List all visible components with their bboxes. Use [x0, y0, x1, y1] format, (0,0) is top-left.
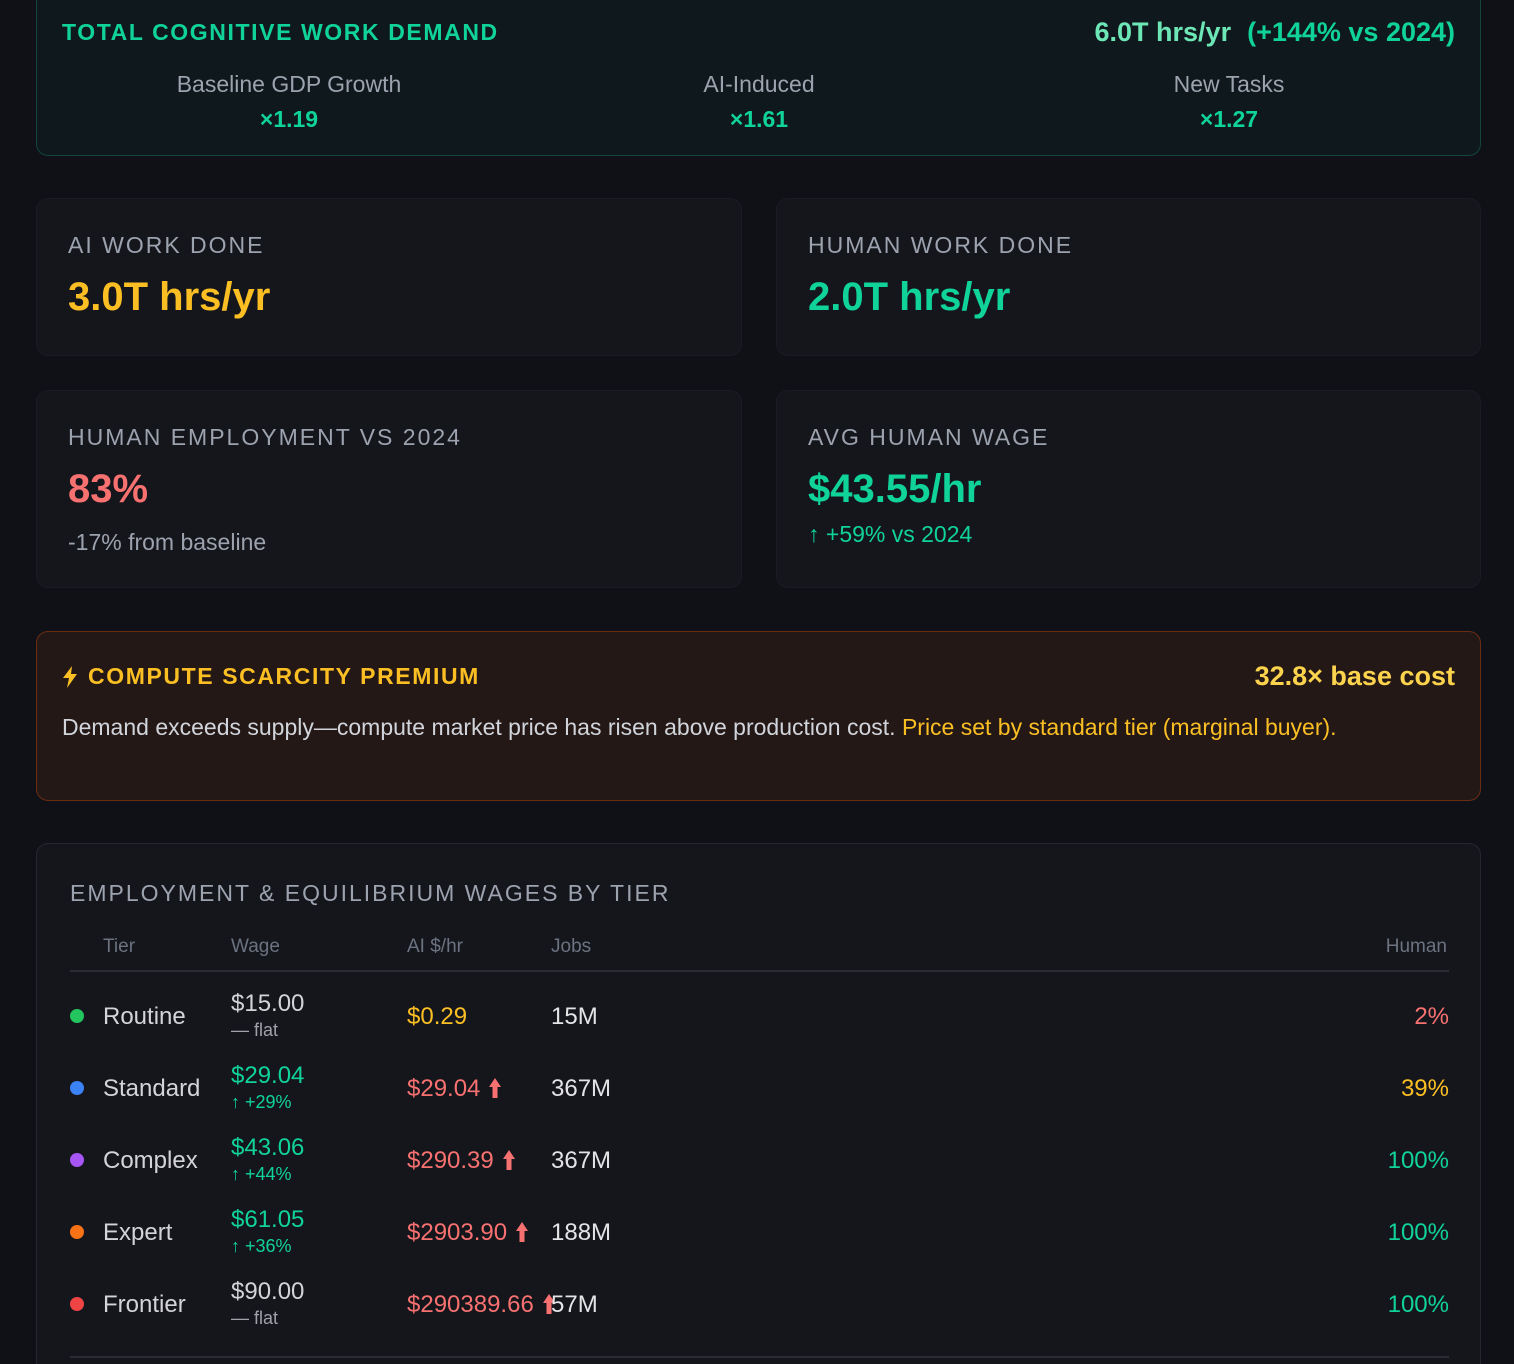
- tier-wage-value: $15.00: [231, 990, 305, 1017]
- tier-wage-delta: — flat: [231, 1308, 279, 1328]
- scarcity-title-row: COMPUTE SCARCITY PREMIUM: [62, 663, 480, 690]
- tier-table-title: EMPLOYMENT & EQUILIBRIUM WAGES BY TIER: [70, 880, 671, 906]
- ai-work-label: AI WORK DONE: [68, 232, 265, 258]
- tier-jobs: 57M: [551, 1291, 598, 1318]
- tier-ai-cost: $290.39: [407, 1147, 516, 1175]
- tier-jobs: 188M: [551, 1219, 612, 1246]
- tier-color-dot: [70, 1297, 84, 1311]
- table-row: Complex $43.06 ↑ +44% $290.39 367M 100%: [37, 1124, 1482, 1196]
- tier-jobs: 367M: [551, 1075, 612, 1102]
- tier-wage: $61.05 ↑ +36%: [231, 1206, 304, 1257]
- wage-sub: ↑ +59% vs 2024: [808, 521, 973, 547]
- table-row: Standard $29.04 ↑ +29% $29.04 367M 39%: [37, 1052, 1482, 1124]
- tier-wage-value: $43.06: [231, 1134, 305, 1161]
- tier-name: Standard: [103, 1075, 201, 1102]
- col-header-wage: Wage: [231, 936, 280, 957]
- tier-color-dot: [70, 1225, 84, 1239]
- col-header-jobs: Jobs: [551, 936, 592, 957]
- tier-color-dot: [70, 1009, 84, 1023]
- arrow-up-icon: [516, 1222, 529, 1242]
- tier-wage-delta: — flat: [231, 1020, 279, 1040]
- arrow-up-icon: [489, 1078, 502, 1098]
- tier-wage-delta: ↑ +44%: [231, 1164, 292, 1184]
- tier-wage-value: $29.04: [231, 1062, 305, 1089]
- factor-label: Baseline GDP Growth: [176, 71, 402, 97]
- wage-label: AVG HUMAN WAGE: [808, 424, 1050, 450]
- compute-scarcity-panel: COMPUTE SCARCITY PREMIUM 32.8× base cost…: [36, 631, 1481, 801]
- human-work-label: HUMAN WORK DONE: [808, 232, 1074, 258]
- tier-color-dot: [70, 1153, 84, 1167]
- tier-wage: $15.00 — flat: [231, 990, 304, 1041]
- tier-name: Routine: [103, 1003, 186, 1030]
- col-header-human: Human: [1385, 936, 1447, 957]
- col-header-tier: Tier: [103, 936, 136, 957]
- demand-total-value: 6.0T hrs/yr: [1094, 17, 1232, 47]
- factor-value: ×1.61: [729, 106, 789, 132]
- tier-ai-cost-value: $290389.66: [407, 1291, 534, 1318]
- tier-jobs: 367M: [551, 1147, 612, 1174]
- factor-value: ×1.27: [1199, 106, 1259, 132]
- wage-value: $43.55/hr: [808, 467, 982, 511]
- tier-ai-cost: $0.29: [407, 1003, 467, 1031]
- col-header-ai: AI $/hr: [407, 936, 463, 957]
- employment-card: HUMAN EMPLOYMENT VS 2024 83% -17% from b…: [36, 390, 742, 588]
- tier-human-share: 100%: [1387, 1147, 1449, 1174]
- tier-ai-cost: $29.04: [407, 1075, 502, 1103]
- scarcity-cost: 32.8× base cost: [1254, 661, 1455, 691]
- employment-label: HUMAN EMPLOYMENT VS 2024: [68, 424, 462, 450]
- scarcity-desc-text: Demand exceeds supply—compute market pri…: [62, 714, 896, 740]
- header-divider: [70, 970, 1449, 972]
- human-work-card: HUMAN WORK DONE 2.0T hrs/yr: [776, 198, 1481, 356]
- tier-ai-cost-value: $29.04: [407, 1075, 481, 1102]
- tier-human-share: 100%: [1387, 1291, 1449, 1318]
- tier-name: Expert: [103, 1219, 173, 1246]
- tier-wage-value: $61.05: [231, 1206, 305, 1233]
- table-row: Frontier $90.00 — flat $290389.66 57M 100%: [37, 1268, 1482, 1340]
- footer-divider: [70, 1356, 1449, 1358]
- factor-label: AI-Induced: [703, 71, 815, 97]
- tier-wage: $43.06 ↑ +44%: [231, 1134, 304, 1185]
- scarcity-title: COMPUTE SCARCITY PREMIUM: [88, 663, 480, 689]
- factor-value: ×1.19: [259, 106, 319, 132]
- scarcity-description: Demand exceeds supply—compute market pri…: [62, 711, 1452, 743]
- wage-card: AVG HUMAN WAGE $43.55/hr ↑ +59% vs 2024: [776, 390, 1481, 588]
- total-demand-panel: TOTAL COGNITIVE WORK DEMAND 6.0T hrs/yr …: [36, 0, 1481, 156]
- tier-ai-cost-value: $2903.90: [407, 1219, 508, 1246]
- tier-wage-value: $90.00: [231, 1278, 305, 1305]
- tier-ai-cost: $2903.90: [407, 1219, 529, 1247]
- demand-total: 6.0T hrs/yr (+144% vs 2024): [1095, 17, 1455, 48]
- tier-wage-delta: ↑ +36%: [231, 1236, 292, 1256]
- factor-ai-induced: AI-Induced ×1.61: [579, 71, 939, 133]
- tier-wage: $90.00 — flat: [231, 1278, 304, 1329]
- table-row: Expert $61.05 ↑ +36% $2903.90 188M 100%: [37, 1196, 1482, 1268]
- factor-label: New Tasks: [1173, 71, 1285, 97]
- ai-work-value: 3.0T hrs/yr: [68, 275, 271, 319]
- tier-table-panel: EMPLOYMENT & EQUILIBRIUM WAGES BY TIER T…: [36, 843, 1481, 1364]
- ai-work-card: AI WORK DONE 3.0T hrs/yr: [36, 198, 742, 356]
- tier-ai-cost: $290389.66: [407, 1291, 556, 1319]
- human-work-value: 2.0T hrs/yr: [808, 275, 1011, 319]
- tier-ai-cost-value: $290.39: [407, 1147, 494, 1174]
- tier-human-share: 2%: [1414, 1003, 1449, 1030]
- tier-wage: $29.04 ↑ +29%: [231, 1062, 304, 1113]
- demand-total-change: (+144% vs 2024): [1247, 17, 1455, 47]
- tier-human-share: 100%: [1387, 1219, 1449, 1246]
- employment-sub: -17% from baseline: [68, 529, 267, 555]
- tier-color-dot: [70, 1081, 84, 1095]
- tier-ai-cost-value: $0.29: [407, 1003, 468, 1030]
- table-row: Routine $15.00 — flat $0.29 15M 2%: [37, 980, 1482, 1052]
- factor-new-tasks: New Tasks ×1.27: [1049, 71, 1409, 133]
- dashboard: TOTAL COGNITIVE WORK DEMAND 6.0T hrs/yr …: [0, 0, 1514, 1364]
- employment-value: 83%: [68, 467, 149, 511]
- scarcity-desc-highlight: Price set by standard tier (marginal buy…: [901, 714, 1337, 740]
- arrow-up-icon: [502, 1150, 515, 1170]
- tier-wage-delta: ↑ +29%: [231, 1092, 292, 1112]
- demand-title: TOTAL COGNITIVE WORK DEMAND: [62, 19, 499, 45]
- tier-jobs: 15M: [551, 1003, 598, 1030]
- lightning-icon: [63, 665, 77, 688]
- factor-baseline-gdp: Baseline GDP Growth ×1.19: [109, 71, 469, 133]
- tier-name: Frontier: [103, 1291, 186, 1318]
- tier-human-share: 39%: [1400, 1075, 1449, 1102]
- tier-name: Complex: [103, 1147, 198, 1174]
